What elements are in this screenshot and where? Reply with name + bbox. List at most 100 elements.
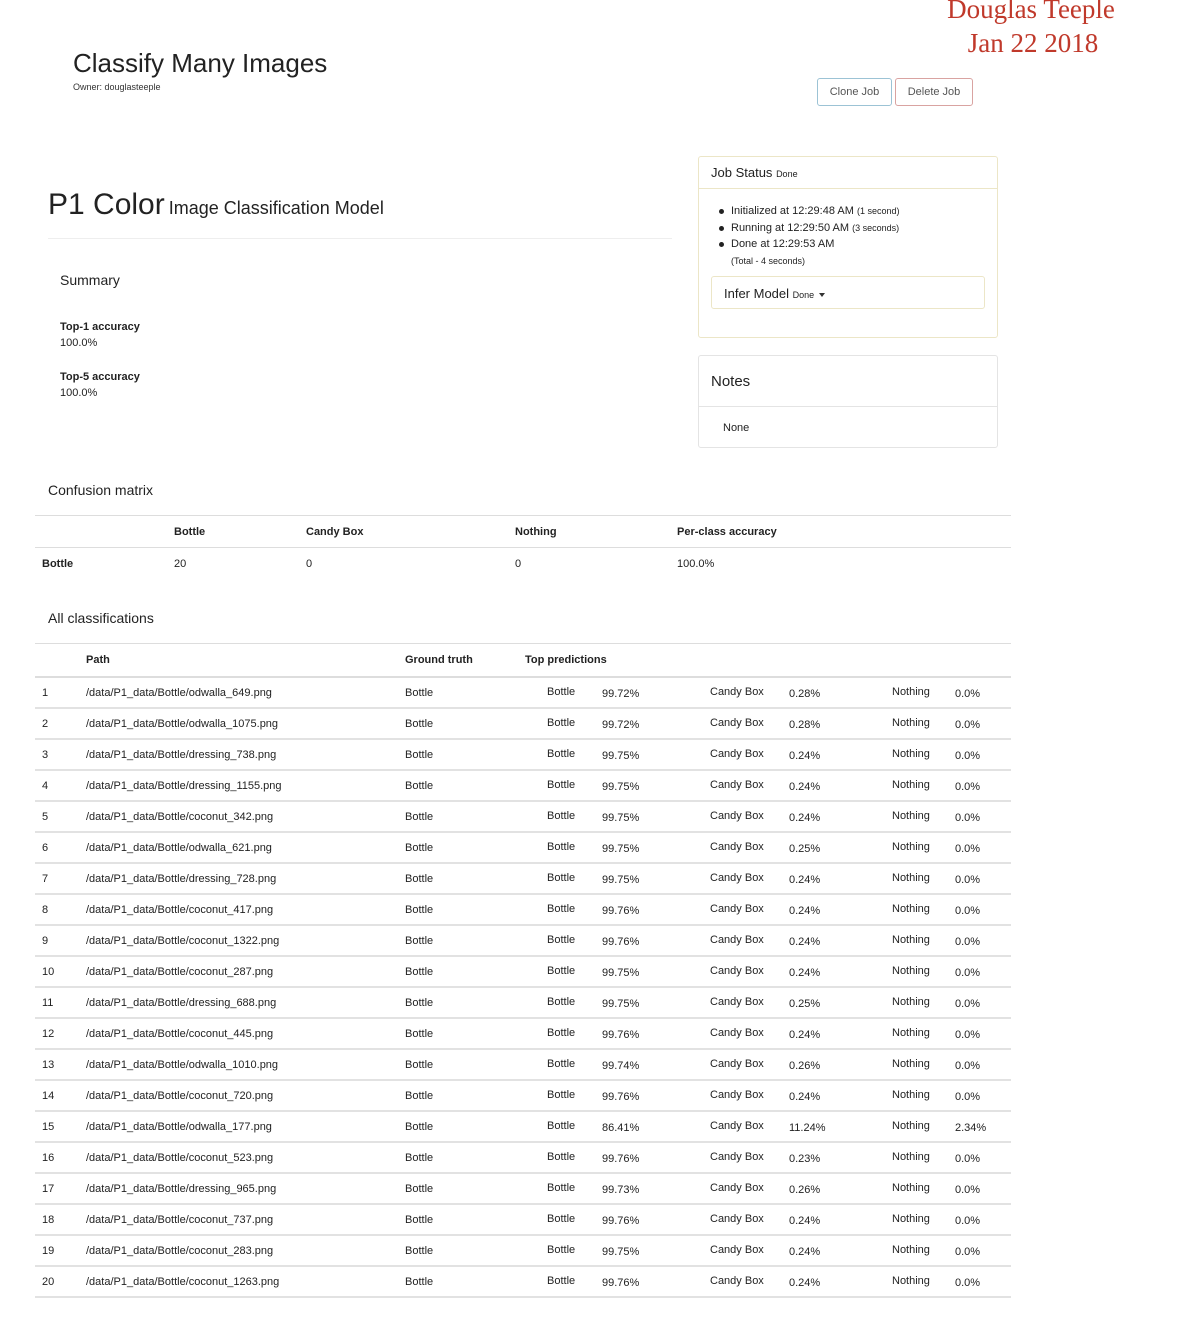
top-predictions: Bottle 99.76% Candy Box 0.24% Nothing 0.0%	[525, 894, 1011, 926]
ground-truth: Bottle	[405, 863, 525, 895]
table-cell: 20	[174, 558, 187, 570]
prediction-label: Nothing	[892, 809, 930, 822]
infer-model-dropdown[interactable]: Infer Model Done	[711, 276, 985, 309]
image-path: /data/P1_data/Bottle/odwalla_1010.png	[86, 1049, 405, 1081]
job-status-title: Job Status	[711, 165, 773, 180]
summary-title: Summary	[60, 272, 120, 288]
prediction-label: Candy Box	[710, 1088, 764, 1101]
prediction-value: 99.74%	[602, 1059, 640, 1072]
prediction-label: Bottle	[547, 1026, 576, 1039]
image-path: /data/P1_data/Bottle/coconut_1263.png	[86, 1266, 405, 1298]
prediction-label: Candy Box	[710, 747, 764, 760]
prediction-value: 99.75%	[602, 966, 640, 979]
top-predictions: Bottle 99.76% Candy Box 0.23% Nothing 0.0%	[525, 1142, 1011, 1174]
table-row: 13/data/P1_data/Bottle/odwalla_1010.png B…	[35, 1049, 1011, 1081]
prediction-label: Bottle	[547, 1212, 576, 1225]
image-path: /data/P1_data/Bottle/coconut_737.png	[86, 1204, 405, 1236]
row-number: 7	[35, 863, 86, 895]
prediction-value: 0.0%	[955, 935, 981, 948]
status-event: Initialized at 12:29:48 AM (1 second)	[719, 203, 900, 220]
prediction-value: 99.76%	[602, 1090, 640, 1103]
row-number: 9	[35, 925, 86, 957]
table-cell: 0	[515, 558, 522, 570]
prediction-value: 99.76%	[602, 1276, 640, 1289]
table-row: 3/data/P1_data/Bottle/dressing_738.png Bo…	[35, 739, 1011, 771]
column-header: Per-class accuracy	[677, 515, 1011, 548]
ground-truth: Bottle	[405, 1049, 525, 1081]
prediction-label: Nothing	[892, 964, 930, 977]
column-header	[35, 643, 86, 678]
image-path: /data/P1_data/Bottle/odwalla_1075.png	[86, 708, 405, 740]
prediction-value: 0.0%	[955, 1276, 981, 1289]
delete-job-button[interactable]: Delete Job	[895, 78, 973, 106]
top-predictions: Bottle 99.75% Candy Box 0.24% Nothing 0.0%	[525, 863, 1011, 895]
table-row: 10/data/P1_data/Bottle/coconut_287.png Bo…	[35, 956, 1011, 988]
clone-job-button[interactable]: Clone Job	[817, 78, 892, 106]
prediction-label: Candy Box	[710, 1274, 764, 1287]
table-row: 12/data/P1_data/Bottle/coconut_445.png Bo…	[35, 1018, 1011, 1050]
row-number: 13	[35, 1049, 86, 1081]
job-status-header: Job Status Done	[699, 157, 997, 189]
prediction-value: 99.72%	[602, 718, 640, 731]
prediction-label: Candy Box	[710, 1181, 764, 1194]
prediction-value: 0.26%	[789, 1059, 821, 1072]
image-path: /data/P1_data/Bottle/odwalla_621.png	[86, 832, 405, 864]
prediction-value: 99.75%	[602, 811, 640, 824]
ground-truth: Bottle	[405, 770, 525, 802]
image-path: /data/P1_data/Bottle/coconut_523.png	[86, 1142, 405, 1174]
prediction-label: Candy Box	[710, 964, 764, 977]
row-number: 19	[35, 1235, 86, 1267]
prediction-label: Bottle	[547, 995, 576, 1008]
prediction-value: 0.0%	[955, 997, 981, 1010]
ground-truth: Bottle	[405, 1111, 525, 1143]
prediction-label: Bottle	[547, 1274, 576, 1287]
prediction-value: 0.24%	[789, 1028, 821, 1041]
row-number: 11	[35, 987, 86, 1019]
prediction-label: Bottle	[547, 778, 576, 791]
image-path: /data/P1_data/Bottle/dressing_688.png	[86, 987, 405, 1019]
table-row: 14/data/P1_data/Bottle/coconut_720.png Bo…	[35, 1080, 1011, 1112]
column-header: Path	[86, 643, 405, 678]
top-predictions: Bottle 86.41% Candy Box 11.24% Nothing 2.34%	[525, 1111, 1011, 1143]
status-event: Running at 12:29:50 AM (3 seconds)	[719, 220, 900, 237]
prediction-label: Bottle	[547, 1243, 576, 1256]
classifications-table: Path Ground truth Top predictions 1/data…	[35, 643, 1011, 1298]
row-number: 6	[35, 832, 86, 864]
image-path: /data/P1_data/Bottle/dressing_1155.png	[86, 770, 405, 802]
job-status-state: Done	[776, 169, 798, 179]
prediction-value: 99.76%	[602, 904, 640, 917]
handwritten-signature: Douglas Teeple Jan 22 2018	[901, 0, 1161, 60]
prediction-label: Nothing	[892, 933, 930, 946]
ground-truth: Bottle	[405, 1204, 525, 1236]
row-number: 1	[35, 677, 86, 709]
prediction-label: Nothing	[892, 1057, 930, 1070]
prediction-value: 99.76%	[602, 1028, 640, 1041]
image-path: /data/P1_data/Bottle/coconut_445.png	[86, 1018, 405, 1050]
prediction-value: 0.24%	[789, 1276, 821, 1289]
prediction-value: 99.75%	[602, 873, 640, 886]
top-predictions: Bottle 99.76% Candy Box 0.24% Nothing 0.0%	[525, 1018, 1011, 1050]
confusion-matrix-title: Confusion matrix	[48, 482, 154, 498]
prediction-value: 99.73%	[602, 1183, 640, 1196]
table-row: 6/data/P1_data/Bottle/odwalla_621.png Bot…	[35, 832, 1011, 864]
top1-accuracy-label: Top-1 accuracy	[60, 321, 140, 333]
prediction-label: Candy Box	[710, 1243, 764, 1256]
ground-truth: Bottle	[405, 987, 525, 1019]
prediction-value: 0.0%	[955, 842, 981, 855]
prediction-value: 0.0%	[955, 1152, 981, 1165]
prediction-value: 0.0%	[955, 718, 981, 731]
notes-panel: Notes None	[698, 355, 998, 448]
prediction-label: Nothing	[892, 1212, 930, 1225]
prediction-value: 11.24%	[789, 1121, 826, 1134]
prediction-value: 99.76%	[602, 935, 640, 948]
image-path: /data/P1_data/Bottle/dressing_965.png	[86, 1173, 405, 1205]
top-predictions: Bottle 99.75% Candy Box 0.24% Nothing 0.0%	[525, 739, 1011, 771]
prediction-label: Candy Box	[710, 1150, 764, 1163]
prediction-value: 0.0%	[955, 1059, 981, 1072]
prediction-value: 0.24%	[789, 1214, 821, 1227]
image-path: /data/P1_data/Bottle/coconut_417.png	[86, 894, 405, 926]
column-header: Nothing	[515, 515, 677, 548]
top-predictions: Bottle 99.75% Candy Box 0.24% Nothing 0.0%	[525, 956, 1011, 988]
prediction-value: 0.24%	[789, 1090, 821, 1103]
prediction-value: 0.24%	[789, 780, 821, 793]
